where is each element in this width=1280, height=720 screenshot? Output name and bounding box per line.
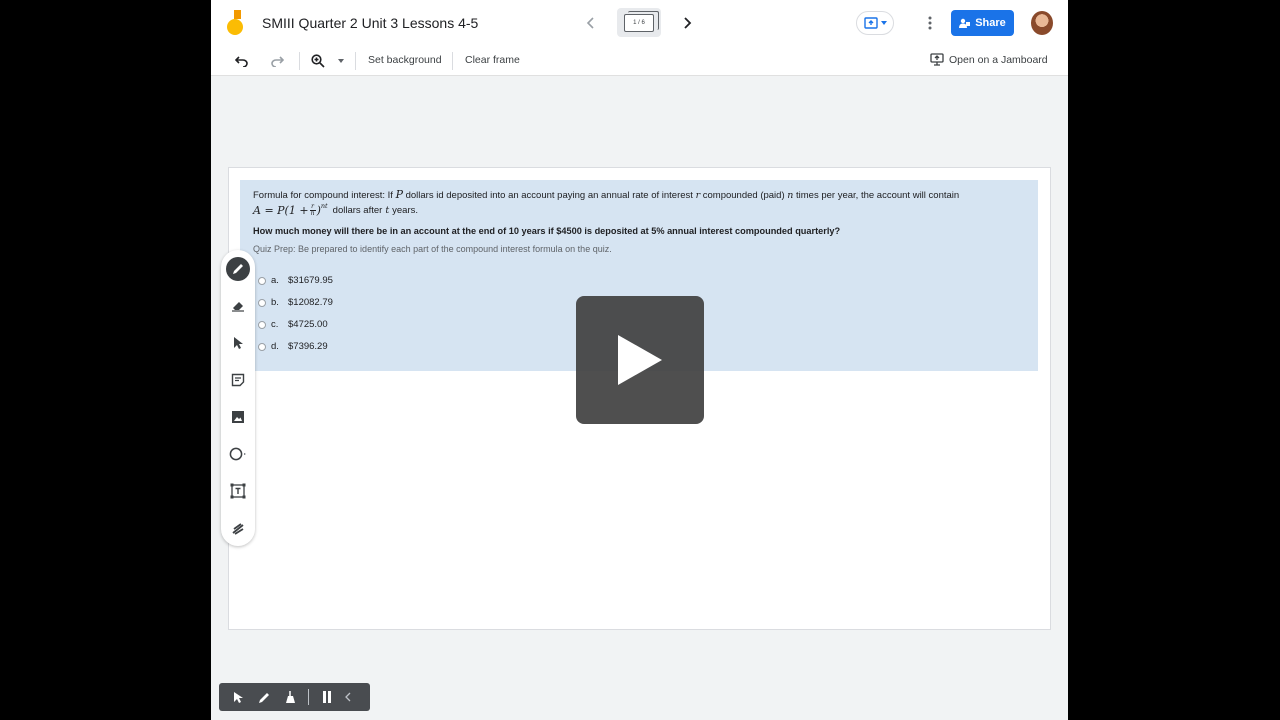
more-options-button[interactable] bbox=[922, 12, 938, 34]
laser-tool[interactable] bbox=[227, 517, 249, 539]
present-icon bbox=[863, 17, 878, 29]
answer-option-b[interactable]: b. $12082.79 bbox=[258, 297, 333, 308]
collapse-icon bbox=[345, 692, 351, 702]
pencil-icon bbox=[258, 692, 269, 703]
clear-annotations-button[interactable] bbox=[277, 684, 303, 710]
collapse-toolbar-button[interactable] bbox=[340, 684, 356, 710]
toolbar-divider bbox=[308, 689, 309, 705]
pointer-icon bbox=[233, 691, 243, 703]
open-on-jamboard-label: Open on a Jamboard bbox=[949, 53, 1048, 66]
pencil-button[interactable] bbox=[251, 684, 277, 710]
more-vert-icon bbox=[928, 16, 932, 30]
sticky-note-icon bbox=[231, 373, 245, 387]
pause-icon bbox=[323, 691, 331, 703]
pen-tool[interactable] bbox=[226, 257, 250, 281]
jamboard-logo bbox=[227, 10, 243, 35]
radio-button[interactable] bbox=[258, 276, 266, 285]
broom-icon bbox=[285, 691, 295, 703]
formula-description: Formula for compound interest: If P doll… bbox=[253, 188, 960, 201]
shape-icon bbox=[229, 447, 246, 461]
zoom-dropdown[interactable] bbox=[332, 51, 350, 71]
radio-button[interactable] bbox=[258, 298, 266, 307]
select-icon bbox=[234, 337, 243, 349]
select-tool[interactable] bbox=[227, 332, 249, 354]
device-icon bbox=[930, 53, 944, 66]
frame-bar-button[interactable]: 1 / 6 bbox=[617, 8, 661, 37]
next-frame-button[interactable] bbox=[675, 12, 699, 34]
image-icon bbox=[232, 411, 244, 423]
zoom-in-icon bbox=[311, 54, 325, 68]
rate-fraction: r n bbox=[309, 203, 316, 217]
top-bar: SMIII Quarter 2 Unit 3 Lessons 4-5 1 / 6… bbox=[211, 0, 1068, 46]
text-box-tool[interactable] bbox=[227, 480, 249, 502]
pause-button[interactable] bbox=[314, 684, 340, 710]
eraser-tool[interactable] bbox=[227, 295, 249, 317]
quiz-prep-note: Quiz Prep: Be prepared to identify each … bbox=[253, 244, 612, 254]
share-label: Share bbox=[975, 17, 1006, 29]
share-button[interactable]: Share bbox=[951, 10, 1014, 36]
chevron-right-icon bbox=[684, 17, 692, 29]
share-people-icon bbox=[959, 18, 971, 28]
caret-down-icon bbox=[338, 59, 344, 63]
pen-icon bbox=[233, 264, 243, 274]
laser-icon bbox=[232, 523, 244, 535]
undo-icon bbox=[235, 56, 248, 67]
edit-toolbar: Set background Clear frame Open on a Jam… bbox=[211, 46, 1068, 76]
radio-button[interactable] bbox=[258, 320, 266, 329]
question-prompt: How much money will there be in an accou… bbox=[253, 226, 841, 236]
text-box-icon bbox=[230, 483, 246, 499]
zoom-button[interactable] bbox=[308, 51, 328, 71]
redo-icon bbox=[271, 56, 284, 67]
document-title[interactable]: SMIII Quarter 2 Unit 3 Lessons 4-5 bbox=[262, 15, 478, 31]
image-tool[interactable] bbox=[227, 406, 249, 428]
clear-frame-button[interactable]: Clear frame bbox=[465, 54, 520, 66]
set-background-button[interactable]: Set background bbox=[368, 54, 442, 66]
jamboard-app: SMIII Quarter 2 Unit 3 Lessons 4-5 1 / 6… bbox=[211, 0, 1068, 720]
redo-button[interactable] bbox=[267, 51, 287, 71]
formula-equation: A = P(1 + r n ) nt dollars after t years… bbox=[253, 201, 419, 218]
toolbar-divider bbox=[299, 52, 300, 70]
present-button[interactable] bbox=[856, 11, 894, 35]
toolbar-divider bbox=[355, 52, 356, 70]
play-icon bbox=[618, 335, 662, 385]
pointer-button[interactable] bbox=[225, 684, 251, 710]
answer-option-d[interactable]: d. $7396.29 bbox=[258, 341, 328, 352]
answer-option-c[interactable]: c. $4725.00 bbox=[258, 319, 328, 330]
video-play-button[interactable] bbox=[576, 296, 704, 424]
drawing-tools-panel bbox=[221, 250, 255, 546]
sticky-note-tool[interactable] bbox=[227, 369, 249, 391]
open-on-jamboard-button[interactable]: Open on a Jamboard bbox=[930, 53, 1048, 66]
user-avatar[interactable] bbox=[1031, 11, 1053, 35]
frames-icon: 1 / 6 bbox=[624, 10, 659, 32]
previous-frame-button[interactable] bbox=[579, 12, 603, 34]
frame-counter: 1 / 6 bbox=[633, 19, 645, 26]
undo-button[interactable] bbox=[232, 51, 252, 71]
caret-down-icon bbox=[880, 21, 887, 25]
chevron-left-icon bbox=[586, 17, 594, 29]
eraser-icon bbox=[232, 302, 244, 312]
answer-option-a[interactable]: a. $31679.95 bbox=[258, 275, 333, 286]
shape-tool[interactable] bbox=[227, 443, 249, 465]
toolbar-divider bbox=[452, 52, 453, 70]
radio-button[interactable] bbox=[258, 342, 266, 351]
annotation-toolbar bbox=[219, 683, 370, 711]
